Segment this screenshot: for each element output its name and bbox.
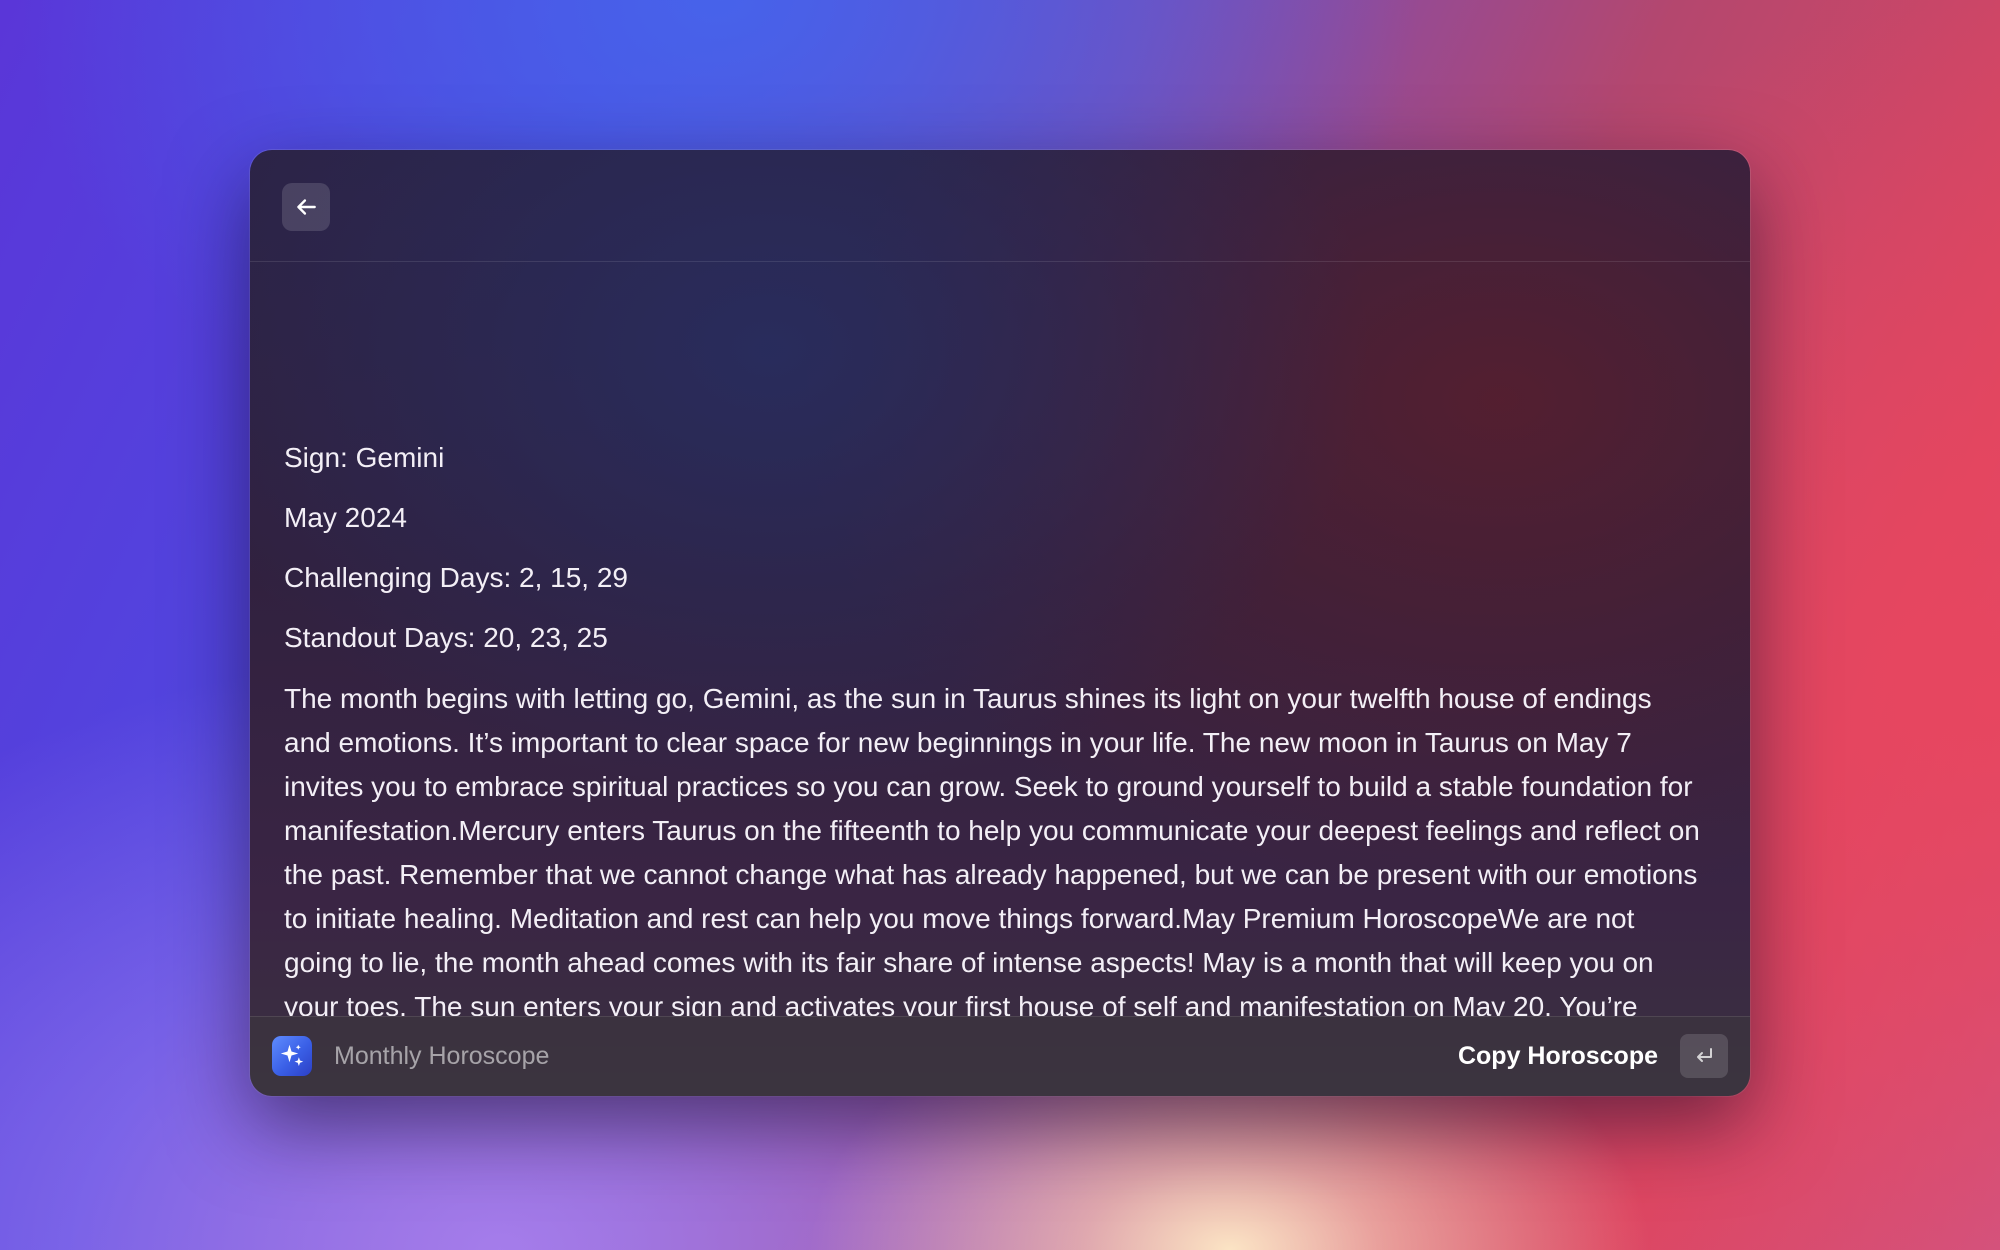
desktop-background: Sign: Gemini May 2024 Challenging Days: … xyxy=(0,0,2000,1250)
action-bar: Monthly Horoscope Copy Horoscope xyxy=(250,1016,1750,1096)
window-header xyxy=(250,150,1750,262)
sign-line: Sign: Gemini xyxy=(284,442,445,473)
return-key-icon[interactable] xyxy=(1680,1034,1728,1078)
copy-horoscope-button[interactable]: Copy Horoscope xyxy=(1458,1039,1658,1073)
arrow-left-icon xyxy=(297,199,316,215)
month-line: May 2024 xyxy=(284,502,407,533)
sparkles-icon xyxy=(272,1036,312,1076)
standout-days-line: Standout Days: 20, 23, 25 xyxy=(284,622,608,653)
app-name-label: Monthly Horoscope xyxy=(334,1042,550,1070)
horoscope-body-text: The month begins with letting go, Gemini… xyxy=(284,683,1700,1016)
horoscope-content: Sign: Gemini May 2024 Challenging Days: … xyxy=(284,261,1704,1016)
challenging-days-line: Challenging Days: 2, 15, 29 xyxy=(284,562,628,593)
extension-window: Sign: Gemini May 2024 Challenging Days: … xyxy=(250,150,1750,1096)
back-button[interactable] xyxy=(282,183,330,231)
